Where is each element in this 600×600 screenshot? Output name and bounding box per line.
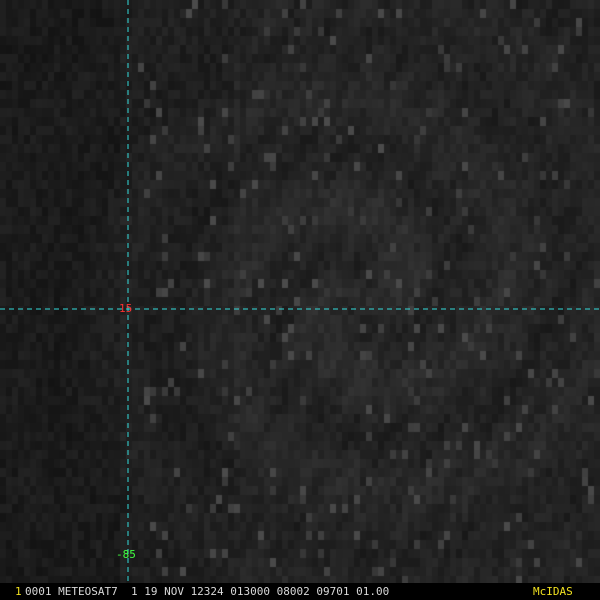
satellite-imagery [0,0,600,583]
latitude-label: 15 [119,302,133,315]
satellite-image-viewer: 15 -85 1 0001 METEOSAT7 1 19 NOV 12324 0… [0,0,600,600]
mcidas-brand-label: McIDAS [533,585,573,598]
image-metadata-text: 0001 METEOSAT7 1 19 NOV 12324 013000 080… [25,585,390,598]
status-bar: 1 0001 METEOSAT7 1 19 NOV 12324 013000 0… [0,583,600,600]
longitude-label: -85 [116,548,136,561]
frame-number: 1 [15,585,22,598]
